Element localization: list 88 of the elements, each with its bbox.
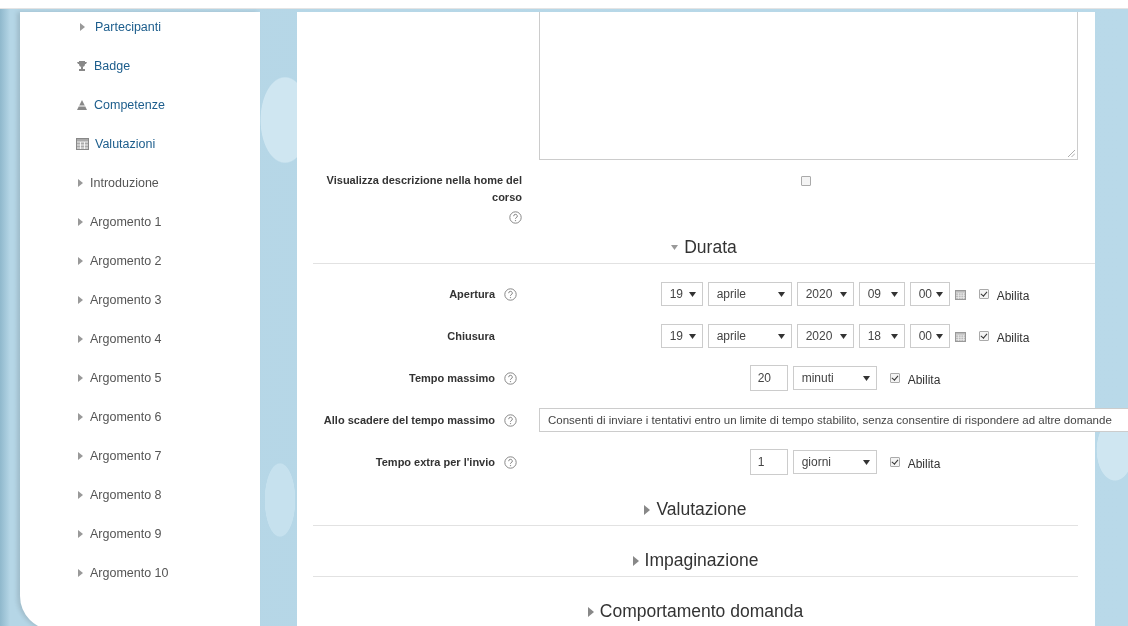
caret-icon — [76, 411, 84, 422]
field-label: Tempo massimo — [409, 372, 495, 384]
caret-icon — [76, 528, 84, 539]
caret-icon — [76, 294, 84, 305]
help-icon[interactable] — [504, 287, 517, 301]
enable-label: Abilita — [996, 288, 1030, 303]
calendar-icon[interactable] — [954, 330, 966, 342]
table-icon — [76, 137, 89, 150]
dropdown[interactable]: Consenti di inviare i tentativi entro un limite di tempo stabilito, senza consentire di rispondere ad altre domande — [539, 408, 1128, 432]
help-icon[interactable] — [504, 371, 517, 385]
enable-label: Abilita — [996, 330, 1030, 345]
caret-icon — [76, 450, 84, 461]
sidebar-item[interactable]: Argomento 5 — [90, 370, 162, 385]
sidebar-item[interactable]: Argomento 8 — [90, 487, 162, 502]
sidebar-item[interactable]: Argomento 10 — [90, 565, 169, 580]
checkbox[interactable] — [889, 457, 900, 467]
sidebar-item[interactable]: Argomento 9 — [90, 526, 162, 541]
caret-icon — [78, 21, 86, 32]
checkbox[interactable] — [978, 331, 989, 341]
field-label: Apertura — [449, 288, 495, 300]
help-icon[interactable] — [504, 455, 517, 469]
sidebar-item[interactable]: Badge — [94, 58, 131, 73]
caret-down-icon — [935, 291, 943, 297]
dropdown[interactable]: minuti — [792, 366, 877, 390]
caret-down-icon — [862, 459, 870, 465]
field-label: Allo scadere del tempo massimo — [323, 414, 495, 426]
sidebar-item[interactable]: Competenze — [94, 97, 165, 112]
dropdown[interactable]: 00 — [909, 282, 950, 306]
section-header[interactable]: Durata — [313, 232, 1095, 264]
dropdown[interactable]: 19 — [660, 282, 703, 306]
caret-icon — [76, 216, 84, 227]
dropdown[interactable]: aprile — [707, 324, 792, 348]
section-header[interactable]: Valutazione — [313, 494, 1078, 526]
enable-label: Abilita — [907, 456, 941, 471]
enable-label: Abilita — [907, 372, 941, 387]
caret-down-icon — [688, 291, 696, 297]
dropdown[interactable]: 2020 — [796, 324, 854, 348]
caret-down-icon — [935, 333, 943, 339]
trophy-icon — [76, 59, 88, 72]
caret-icon — [76, 333, 84, 344]
sidebar-item[interactable]: Argomento 6 — [90, 409, 162, 424]
dropdown[interactable]: aprile — [707, 282, 792, 306]
field-label: Tempo extra per l'invio — [375, 456, 495, 468]
caret-down-icon — [839, 333, 847, 339]
caret-down-icon — [688, 333, 696, 339]
section-header[interactable]: Comportamento domanda — [313, 596, 1078, 626]
caret-icon — [76, 177, 84, 188]
field-label: Chiusura — [447, 330, 495, 342]
dropdown[interactable]: giorni — [792, 450, 877, 474]
sidebar-item[interactable]: Argomento 1 — [90, 214, 162, 229]
sidebar-item[interactable]: Argomento 3 — [90, 292, 162, 307]
section-header[interactable]: Impaginazione — [313, 545, 1078, 577]
resize-handle-icon[interactable] — [1068, 150, 1075, 157]
caret-icon — [632, 555, 639, 566]
dropdown[interactable]: 00 — [909, 324, 950, 348]
checkbox[interactable] — [801, 176, 811, 186]
caret-down-icon — [777, 291, 785, 297]
checkbox[interactable] — [889, 373, 900, 383]
pyramid-icon — [76, 98, 88, 111]
dropdown[interactable]: 18 — [858, 324, 905, 348]
help-icon[interactable] — [504, 413, 517, 427]
caret-down-icon — [839, 291, 847, 297]
sidebar-item[interactable]: Partecipanti — [95, 19, 161, 34]
caret-icon — [76, 372, 84, 383]
caret-down-icon — [890, 333, 898, 339]
sidebar-item[interactable]: Argomento 4 — [90, 331, 162, 346]
sidebar-item[interactable]: Argomento 7 — [90, 448, 162, 463]
checkbox[interactable] — [978, 289, 989, 299]
caret-icon — [644, 504, 651, 515]
sidebar-item[interactable]: Introduzione — [90, 175, 159, 190]
dropdown[interactable]: 19 — [660, 324, 703, 348]
caret-icon — [76, 567, 84, 578]
dropdown[interactable]: 2020 — [796, 282, 854, 306]
calendar-icon[interactable] — [954, 288, 966, 300]
number-field[interactable]: 1 — [749, 449, 788, 475]
caret-down-icon — [890, 291, 898, 297]
caret-icon — [76, 255, 84, 266]
caret-down-icon — [777, 333, 785, 339]
caret-down-icon — [671, 245, 679, 250]
field-label: Visualizza descrizione nella home del corso — [325, 173, 522, 205]
caret-icon — [587, 606, 594, 617]
dropdown[interactable]: 09 — [858, 282, 905, 306]
caret-icon — [76, 489, 84, 500]
caret-down-icon — [862, 375, 870, 381]
number-field[interactable]: 20 — [749, 365, 788, 391]
help-icon[interactable] — [509, 211, 522, 224]
sidebar-item[interactable]: Argomento 2 — [90, 253, 162, 268]
sidebar-item[interactable]: Valutazioni — [95, 136, 156, 151]
